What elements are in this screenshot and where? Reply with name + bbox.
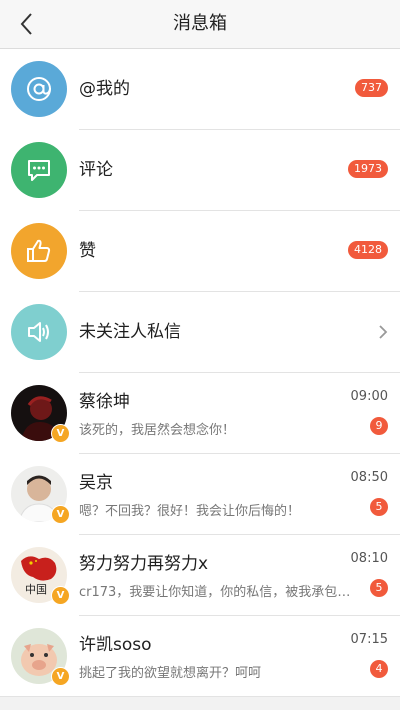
contact-name: 吴京 [79,473,113,493]
contact-name: 蔡徐坤 [79,392,130,412]
svg-text:中国: 中国 [25,583,47,596]
category-comments[interactable]: 评论 1973 [0,130,400,211]
verified-badge: V [51,505,70,524]
message-time: 08:10 [350,551,388,566]
category-mentions[interactable]: @我的 737 [0,49,400,130]
category-likes[interactable]: 赞 4128 [0,211,400,292]
unread-count-badge: 5 [370,498,388,516]
message-list: @我的 737 评论 1973 赞 4128 未关注人私信 V 蔡徐坤 09:0… [0,49,400,697]
comment-icon [11,142,67,198]
at-icon [11,61,67,117]
category-label: 赞 [79,241,96,261]
thumbs-up-icon [11,223,67,279]
category-stranger-messages[interactable]: 未关注人私信 [0,292,400,373]
message-time: 09:00 [350,389,388,404]
divider [0,696,400,697]
conversation-row[interactable]: V 蔡徐坤 09:00 该死的，我居然会想念你！ 9 [0,373,400,454]
conversation-row[interactable]: V 吴京 08:50 嗯？不回我？很好！我会让你后悔的！ 5 [0,454,400,535]
conversation-row[interactable]: 中国 V 努力努力再努力x 08:10 cr173，我要让你知道，你的私信，被我… [0,535,400,616]
message-preview: cr173，我要让你知道，你的私信，被我承包了！ [79,585,355,600]
verified-badge: V [51,586,70,605]
top-bar: 消息箱 [0,0,400,49]
unread-count-badge: 1973 [348,160,388,178]
category-label: @我的 [79,79,130,99]
chevron-right-icon [379,325,388,339]
unread-count-badge: 5 [370,579,388,597]
message-preview: 挑起了我的欲望就想离开？呵呵 [79,666,262,681]
unread-count-badge: 737 [355,79,388,97]
verified-badge: V [51,424,70,443]
category-label: 评论 [79,160,113,180]
speaker-icon [11,304,67,360]
message-time: 07:15 [350,632,388,647]
message-time: 08:50 [350,470,388,485]
unread-count-badge: 9 [370,417,388,435]
unread-count-badge: 4 [370,660,388,678]
page-title: 消息箱 [173,13,227,34]
contact-name: 许凯soso [79,635,152,655]
conversation-row[interactable]: V 许凯soso 07:15 挑起了我的欲望就想离开？呵呵 4 [0,616,400,697]
unread-count-badge: 4128 [348,241,388,259]
category-label: 未关注人私信 [79,322,181,342]
message-preview: 该死的，我居然会想念你！ [79,423,236,438]
message-preview: 嗯？不回我？很好！我会让你后悔的！ [79,504,301,519]
verified-badge: V [51,667,70,686]
contact-name: 努力努力再努力x [79,554,209,574]
